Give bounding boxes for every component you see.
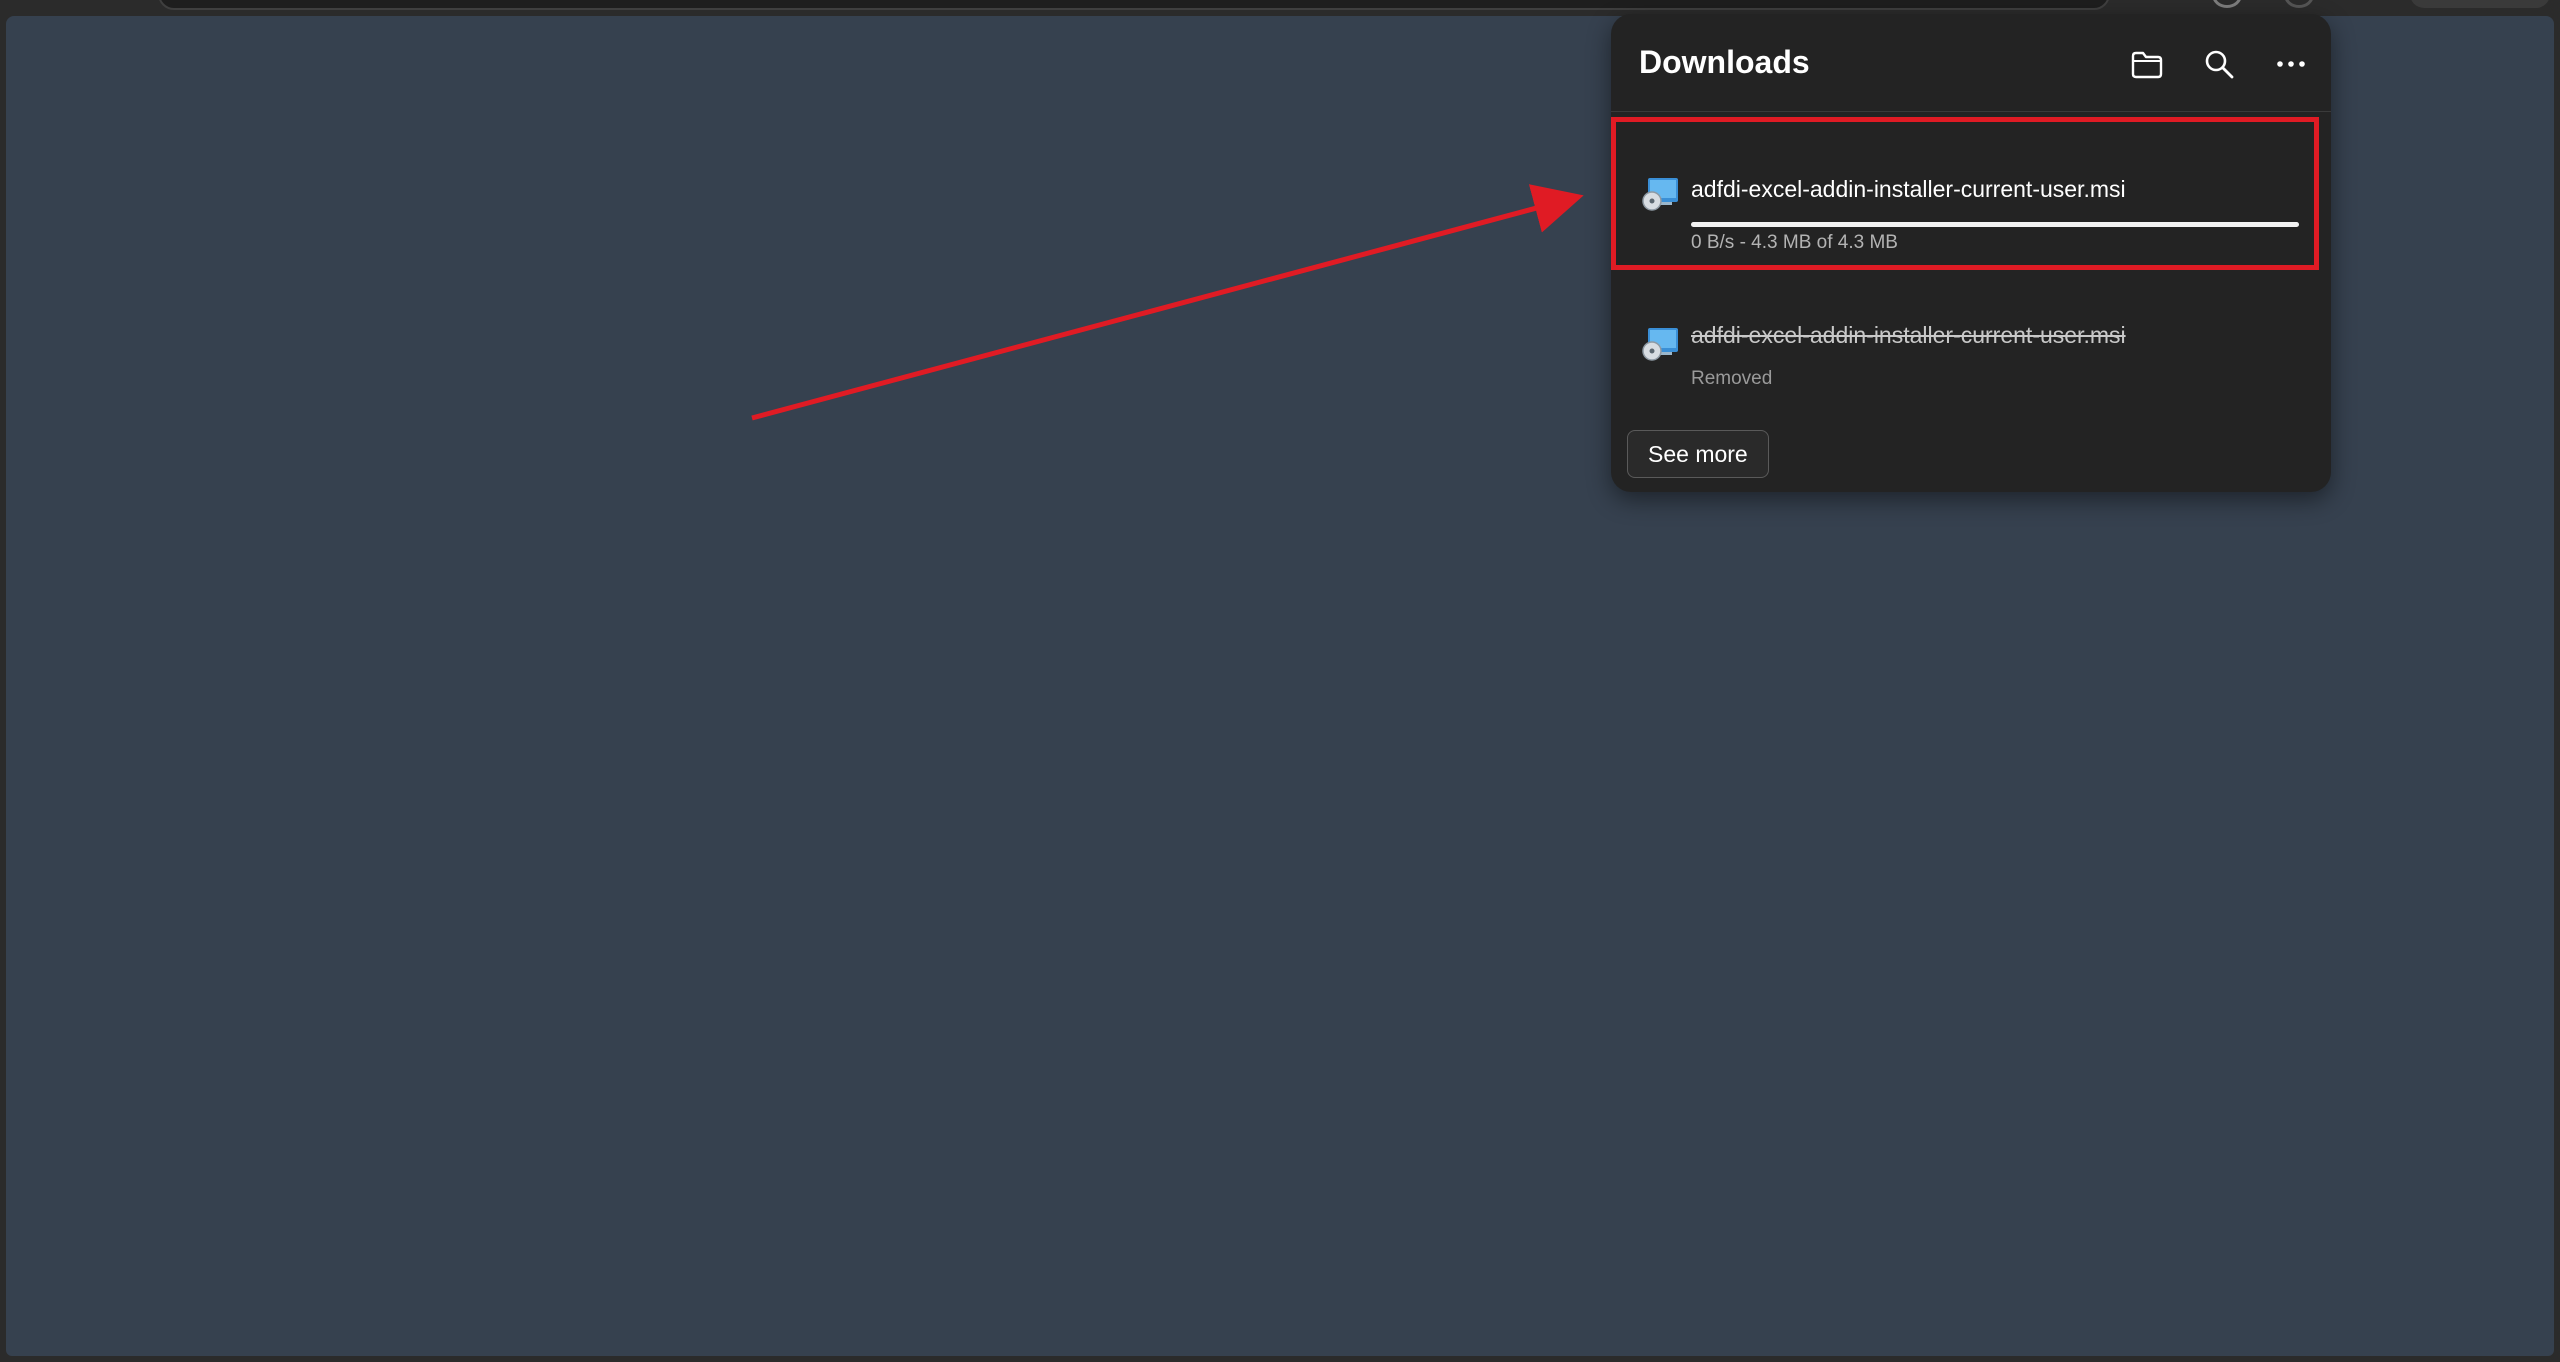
open-folder-button[interactable]	[2121, 38, 2173, 90]
msi-installer-icon	[1642, 176, 1680, 212]
download-item[interactable]: adfdi-excel-addin-installer-current-user…	[1611, 276, 2331, 402]
profile-icon[interactable]	[2284, 0, 2314, 8]
search-icon	[2203, 48, 2235, 80]
more-options-button[interactable]	[2265, 38, 2317, 90]
extension-icon[interactable]	[2212, 0, 2242, 8]
downloads-header: Downloads	[1611, 14, 2331, 112]
browser-menu-pill[interactable]	[2410, 0, 2550, 8]
more-options-icon	[2275, 59, 2307, 69]
search-downloads-button[interactable]	[2193, 38, 2245, 90]
download-item[interactable]: adfdi-excel-addin-installer-current-user…	[1611, 118, 2331, 262]
download-progress-fill	[1691, 222, 2299, 227]
folder-icon	[2130, 49, 2164, 79]
msi-installer-icon	[1642, 326, 1680, 362]
download-status: 0 B/s - 4.3 MB of 4.3 MB	[1691, 232, 1898, 253]
download-progress-bar	[1691, 222, 2299, 227]
download-status: Removed	[1691, 368, 1773, 389]
downloads-panel: Downloads adfdi-excel-addin-installer-cu…	[1611, 14, 2331, 492]
address-bar[interactable]	[158, 0, 2110, 10]
downloads-title: Downloads	[1639, 44, 1810, 80]
download-file-name[interactable]: adfdi-excel-addin-installer-current-user…	[1691, 320, 2126, 350]
see-more-button[interactable]: See more	[1627, 430, 1769, 478]
download-file-name[interactable]: adfdi-excel-addin-installer-current-user…	[1691, 174, 2126, 204]
browser-toolbar	[0, 0, 2560, 14]
